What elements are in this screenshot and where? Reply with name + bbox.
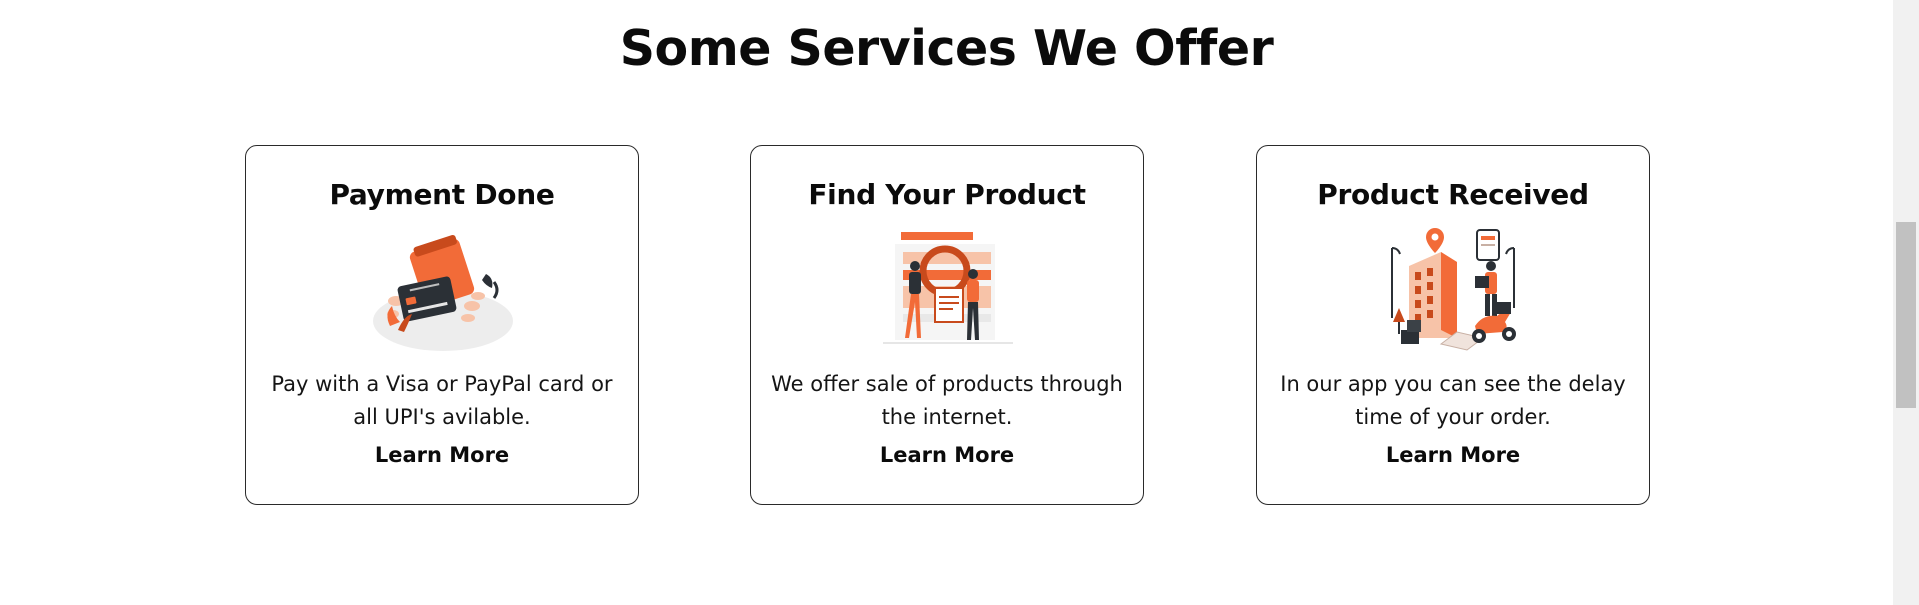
learn-more-link[interactable]: Learn More	[246, 443, 638, 467]
vertical-scrollbar[interactable]	[1893, 0, 1919, 605]
service-card-product-received: Product Received In our app you can see …	[1256, 145, 1650, 505]
card-description: We offer sale of products through the in…	[771, 372, 1123, 429]
card-description: In our app you can see the delay time of…	[1280, 372, 1626, 429]
section-title: Some Services We Offer	[619, 20, 1274, 77]
services-page: Some Services We Offer Payment Done Pay …	[0, 0, 1919, 605]
card-title: Payment Done	[329, 178, 555, 211]
service-card-find-product: Find Your Product We offer sale of produ…	[750, 145, 1144, 505]
services-section: Some Services We Offer Payment Done Pay …	[0, 0, 1893, 605]
product-search-illustration-icon	[883, 232, 1013, 344]
wallet-card-illustration-icon	[373, 234, 513, 351]
service-card-payment: Payment Done Pay with a Visa or PayPal c…	[245, 145, 639, 505]
card-title: Product Received	[1317, 178, 1589, 211]
learn-more-link[interactable]: Learn More	[751, 443, 1143, 467]
card-title: Find Your Product	[808, 178, 1086, 211]
learn-more-link[interactable]: Learn More	[1257, 443, 1649, 467]
card-description: Pay with a Visa or PayPal card or all UP…	[271, 372, 613, 429]
scrollbar-thumb[interactable]	[1896, 222, 1916, 408]
delivery-illustration-icon	[1391, 228, 1516, 351]
